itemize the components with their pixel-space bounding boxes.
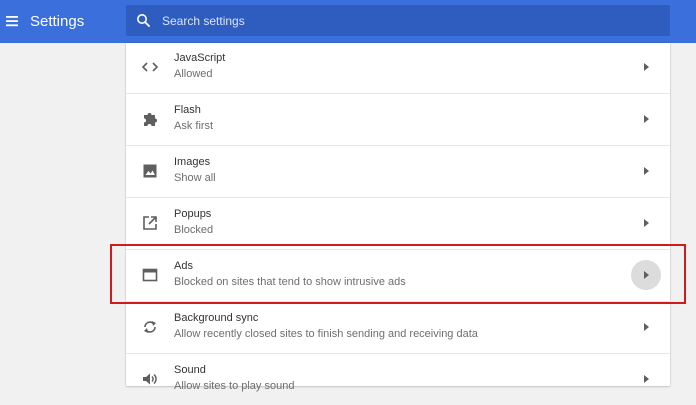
open-in-new-icon — [141, 214, 159, 232]
app-header: Settings — [0, 0, 696, 43]
setting-status: Blocked — [174, 224, 214, 236]
setting-row-flash[interactable]: Flash Ask first — [126, 93, 670, 145]
chevron-right-icon[interactable] — [631, 312, 661, 342]
site-settings-panel: JavaScript Allowed Flash Ask first Image… — [126, 42, 670, 392]
setting-row-javascript[interactable]: JavaScript Allowed — [126, 42, 670, 94]
chevron-right-icon[interactable] — [631, 104, 661, 134]
setting-title: JavaScript — [174, 52, 226, 64]
volume-icon — [141, 370, 159, 388]
setting-status: Allow sites to play sound — [174, 380, 295, 392]
setting-row-ads[interactable]: Ads Blocked on sites that tend to show i… — [126, 249, 670, 301]
hamburger-menu-icon[interactable] — [4, 11, 22, 31]
search-bar[interactable] — [126, 5, 670, 36]
search-input[interactable] — [162, 5, 662, 36]
puzzle-piece-icon — [141, 110, 159, 128]
sync-icon — [141, 318, 159, 336]
setting-row-images[interactable]: Images Show all — [126, 145, 670, 197]
chevron-right-icon[interactable] — [631, 52, 661, 82]
setting-title: Ads — [174, 260, 193, 272]
setting-title: Popups — [174, 208, 212, 220]
setting-title: Images — [174, 156, 211, 168]
setting-status: Show all — [174, 172, 216, 184]
setting-title: Sound — [174, 364, 206, 376]
setting-status: Ask first — [174, 120, 214, 132]
setting-title: Background sync — [174, 312, 259, 324]
setting-row-background-sync[interactable]: Background sync Allow recently closed si… — [126, 301, 670, 353]
code-brackets-icon — [141, 58, 159, 76]
setting-status: Allow recently closed sites to finish se… — [174, 328, 478, 340]
setting-status: Blocked on sites that tend to show intru… — [174, 276, 406, 288]
chevron-right-icon[interactable] — [631, 156, 661, 186]
chevron-right-icon[interactable] — [631, 208, 661, 238]
chevron-right-icon[interactable] — [631, 260, 661, 290]
search-icon — [136, 13, 151, 28]
window-icon — [141, 266, 159, 284]
setting-row-popups[interactable]: Popups Blocked — [126, 197, 670, 249]
chevron-right-icon[interactable] — [631, 364, 661, 394]
page-title: Settings — [30, 13, 85, 30]
image-icon — [141, 162, 159, 180]
setting-status: Allowed — [174, 68, 213, 80]
setting-row-sound[interactable]: Sound Allow sites to play sound — [126, 353, 670, 405]
setting-title: Flash — [174, 104, 201, 116]
